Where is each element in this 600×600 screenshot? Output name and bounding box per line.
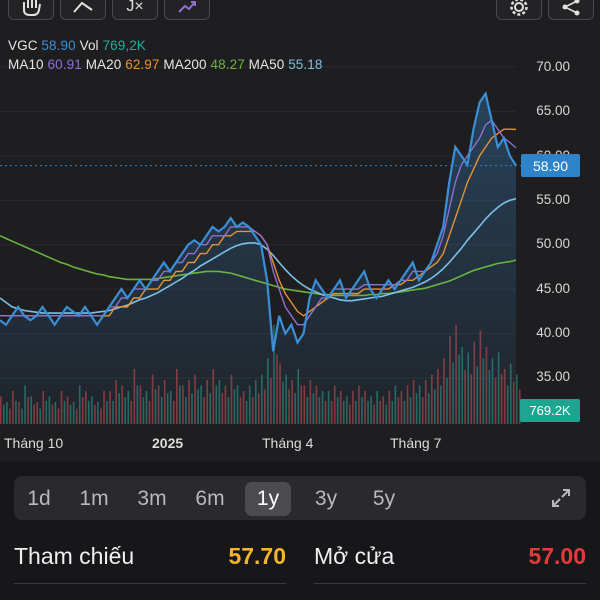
- reference-price-value: 57.70: [228, 543, 286, 569]
- indicator-legend: VGC 58.90 Vol 769,2K MA10 60.91 MA20 62.…: [8, 36, 323, 74]
- ma200-label: MA200: [163, 57, 207, 72]
- vol-label: Vol: [79, 38, 99, 53]
- open-price-label: Mở cửa: [314, 543, 395, 569]
- x-label-month: Tháng 10: [4, 435, 64, 451]
- vol-value: 769,2K: [102, 38, 146, 53]
- last-volume-tag: 769.2K: [520, 399, 580, 422]
- trendline-button[interactable]: [60, 0, 106, 20]
- ma20-value: 62.97: [125, 57, 160, 72]
- ma50-value: 55.18: [288, 57, 323, 72]
- divider: [14, 583, 286, 584]
- ma10-label: MA10: [8, 57, 44, 72]
- ma20-label: MA20: [85, 57, 122, 72]
- ma10-value: 60.91: [47, 57, 82, 72]
- hand-icon: [23, 0, 41, 16]
- function-button[interactable]: J×: [112, 0, 158, 20]
- period-1m[interactable]: 1m: [71, 482, 117, 516]
- open-price-value: 57.00: [528, 543, 586, 569]
- function-icon: J×: [126, 0, 144, 15]
- share-button[interactable]: [548, 0, 594, 20]
- gear-icon: [510, 0, 528, 16]
- compare-icon: [178, 1, 196, 13]
- legend-row-ma: MA10 60.91 MA20 62.97 MA200 48.27 MA50 5…: [8, 55, 323, 74]
- y-tick-label: 70.00: [536, 59, 570, 74]
- x-label-year: 2025: [152, 435, 184, 451]
- y-tick-label: 35.00: [536, 369, 570, 384]
- y-tick-label: 55.00: [536, 192, 570, 207]
- last-price-tag: 58.90: [521, 154, 580, 177]
- period-selector: 1d 1m 3m 6m 1y 3y 5y: [14, 476, 586, 520]
- y-tick-label: 40.00: [536, 325, 570, 340]
- y-tick-label: 45.00: [536, 281, 570, 296]
- expand-icon[interactable]: [550, 487, 572, 509]
- price-area: [0, 93, 516, 424]
- settings-button[interactable]: [496, 0, 542, 20]
- ma50-label: MA50: [248, 57, 285, 72]
- period-1y[interactable]: 1y: [245, 482, 291, 516]
- ma200-value: 48.27: [210, 57, 245, 72]
- period-3m[interactable]: 3m: [129, 482, 175, 516]
- trendline-icon: [73, 1, 93, 13]
- x-label-month: Tháng 7: [390, 435, 442, 451]
- reference-price-label: Tham chiếu: [14, 543, 135, 569]
- price-chart[interactable]: J× VGC 58.90 Vol 769,2K MA10 60.91 MA20 …: [0, 0, 600, 462]
- period-1d[interactable]: 1d: [16, 482, 62, 516]
- x-label-month: Tháng 4: [262, 435, 314, 451]
- period-5y[interactable]: 5y: [361, 482, 407, 516]
- period-6m[interactable]: 6m: [187, 482, 233, 516]
- period-3y[interactable]: 3y: [303, 482, 349, 516]
- hand-tool-button[interactable]: [8, 0, 54, 20]
- price-value: 58.90: [41, 38, 76, 53]
- bottom-panel: 1d 1m 3m 6m 1y 3y 5y Tham chiếu 57.70 Mở…: [0, 462, 600, 600]
- divider: [314, 583, 586, 584]
- symbol-label: VGC: [8, 38, 38, 53]
- share-icon: [562, 0, 580, 16]
- y-tick-label: 50.00: [536, 236, 570, 251]
- y-tick-label: 65.00: [536, 103, 570, 118]
- legend-row-price: VGC 58.90 Vol 769,2K: [8, 36, 323, 55]
- compare-button[interactable]: [164, 0, 210, 20]
